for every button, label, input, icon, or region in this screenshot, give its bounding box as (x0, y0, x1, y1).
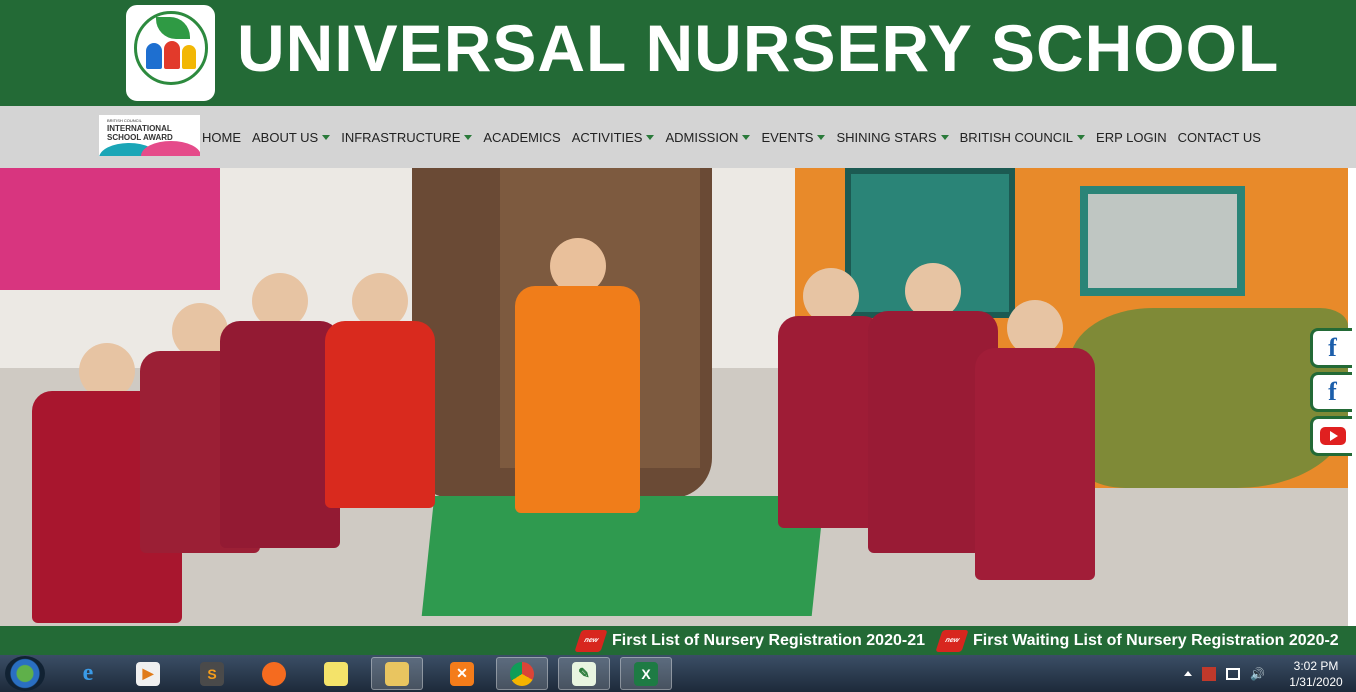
security-flag-icon[interactable] (1202, 666, 1216, 681)
nav-item-label: EVENTS (761, 129, 814, 145)
sublime-text-glyph: S (200, 661, 224, 686)
nav-item-label: ERP LOGIN (1096, 129, 1167, 145)
firefox-icon[interactable] (248, 657, 300, 690)
ticker-item[interactable]: new First List of Nursery Registration 2… (574, 626, 925, 655)
site-header: UNIVERSAL NURSERY SCHOOL (0, 0, 1356, 106)
internet-explorer-icon[interactable]: e (62, 657, 114, 690)
ticker-item-text: First Waiting List of Nursery Registrati… (973, 631, 1339, 649)
media-player-glyph: ▶ (136, 661, 160, 686)
sticky-notes-glyph (324, 661, 348, 686)
nav-item-label: SHINING STARS (836, 129, 937, 145)
caret-down-icon (1077, 134, 1086, 140)
file-explorer-icon[interactable] (371, 657, 423, 690)
new-badge-icon: new (935, 629, 969, 652)
main-nav: BRITISH COUNCIL INTERNATIONAL SCHOOL AWA… (0, 106, 1356, 168)
photo-window (1080, 186, 1245, 296)
nav-item-shining-stars[interactable]: SHINING STARS (836, 129, 949, 145)
network-icon[interactable] (1226, 667, 1240, 680)
file-explorer-glyph (385, 661, 409, 686)
show-hidden-icons-icon[interactable] (1184, 671, 1192, 676)
notepad-plus-plus-icon[interactable]: ✎ (558, 657, 610, 690)
clock-date: 1/31/2020 (1289, 675, 1343, 689)
facebook-button[interactable]: f (1310, 328, 1352, 368)
nav-item-events[interactable]: EVENTS (761, 129, 826, 145)
nav-item-label: CONTACT US (1177, 129, 1261, 145)
facebook-button[interactable]: f (1310, 372, 1352, 412)
notepad-plus-plus-glyph: ✎ (572, 661, 596, 686)
ticker-item-text: First List of Nursery Registration 2020-… (612, 631, 925, 649)
news-ticker: new First List of Nursery Registration 2… (0, 626, 1356, 655)
nav-item-label: ACADEMICS (483, 129, 561, 145)
photo-child (975, 300, 1095, 580)
clock-time: 3:02 PM (1293, 659, 1339, 673)
youtube-button[interactable] (1310, 416, 1352, 456)
logo-child-icon (182, 45, 196, 69)
facebook-icon: f (1328, 377, 1337, 406)
start-button[interactable] (5, 656, 45, 691)
volume-icon[interactable]: 🔊 (1250, 667, 1265, 681)
browser-page: UNIVERSAL NURSERY SCHOOL BRITISH COUNCIL… (0, 0, 1356, 692)
hero-slider-image (0, 168, 1348, 626)
caret-down-icon (646, 134, 655, 140)
caret-down-icon (940, 134, 949, 140)
sublime-text-icon[interactable]: S (186, 657, 238, 690)
ticker-item[interactable]: new First Waiting List of Nursery Regist… (935, 626, 1339, 655)
nav-item-about-us[interactable]: ABOUT US (252, 129, 331, 145)
nav-item-academics[interactable]: ACADEMICS (483, 130, 560, 145)
photo-green-mat (421, 496, 825, 616)
caret-down-icon (322, 134, 331, 140)
sticky-notes-icon[interactable] (310, 657, 362, 690)
photo-child (515, 238, 640, 513)
nav-item-infrastructure[interactable]: INFRASTRUCTURE (341, 129, 473, 145)
excel-glyph: X (634, 661, 658, 686)
nav-item-activities[interactable]: ACTIVITIES (572, 130, 655, 145)
school-logo[interactable] (123, 2, 218, 104)
system-tray: 🔊 (1184, 655, 1265, 692)
excel-icon[interactable]: X (620, 657, 672, 690)
media-player-icon[interactable]: ▶ (122, 657, 174, 690)
taskbar-clock[interactable]: 3:02 PM 1/31/2020 (1284, 658, 1348, 690)
nav-item-british-council[interactable]: BRITISH COUNCIL (959, 129, 1086, 145)
site-title: UNIVERSAL NURSERY SCHOOL (237, 11, 1280, 85)
youtube-icon (1319, 427, 1346, 445)
nav-item-home[interactable]: HOME (202, 130, 241, 145)
photo-bulletin-board (0, 168, 220, 290)
chrome-icon[interactable] (496, 657, 548, 690)
award-org: BRITISH COUNCIL (107, 118, 142, 123)
photo-child (220, 273, 340, 548)
windows-taskbar: e ▶ S ✕ ✎ X 🔊 3:02 PM 1/31/2020 (0, 655, 1356, 692)
photo-child (325, 273, 435, 508)
facebook-icon: f (1328, 333, 1337, 362)
chrome-glyph (510, 661, 534, 686)
nav-item-label: ABOUT US (252, 129, 319, 145)
international-school-award-badge[interactable]: BRITISH COUNCIL INTERNATIONAL SCHOOL AWA… (99, 115, 200, 156)
logo-child-icon (164, 41, 180, 69)
nav-item-label: HOME (202, 129, 241, 145)
nav-item-label: BRITISH COUNCIL (959, 129, 1074, 145)
caret-down-icon (742, 134, 751, 140)
caret-down-icon (464, 134, 473, 140)
nav-menu: HOME ABOUT US INFRASTRUCTURE ACADEMICS A… (202, 106, 1261, 168)
photo-foliage (1070, 308, 1348, 488)
xampp-glyph: ✕ (450, 661, 474, 686)
nav-item-erp-login[interactable]: ERP LOGIN (1096, 130, 1167, 145)
firefox-glyph (262, 661, 286, 686)
caret-down-icon (817, 134, 826, 140)
nav-item-label: INFRASTRUCTURE (341, 129, 461, 145)
internet-explorer-glyph: e (82, 660, 94, 686)
nav-item-admission[interactable]: ADMISSION (665, 129, 751, 145)
xampp-icon[interactable]: ✕ (436, 657, 488, 690)
nav-item-label: ADMISSION (665, 129, 739, 145)
logo-child-icon (146, 43, 162, 69)
award-arc-shape (141, 141, 200, 156)
nav-item-contact-us[interactable]: CONTACT US (1178, 130, 1261, 145)
award-title: INTERNATIONAL SCHOOL AWARD (107, 124, 173, 142)
new-badge-icon: new (574, 629, 608, 652)
nav-item-label: ACTIVITIES (571, 129, 643, 145)
